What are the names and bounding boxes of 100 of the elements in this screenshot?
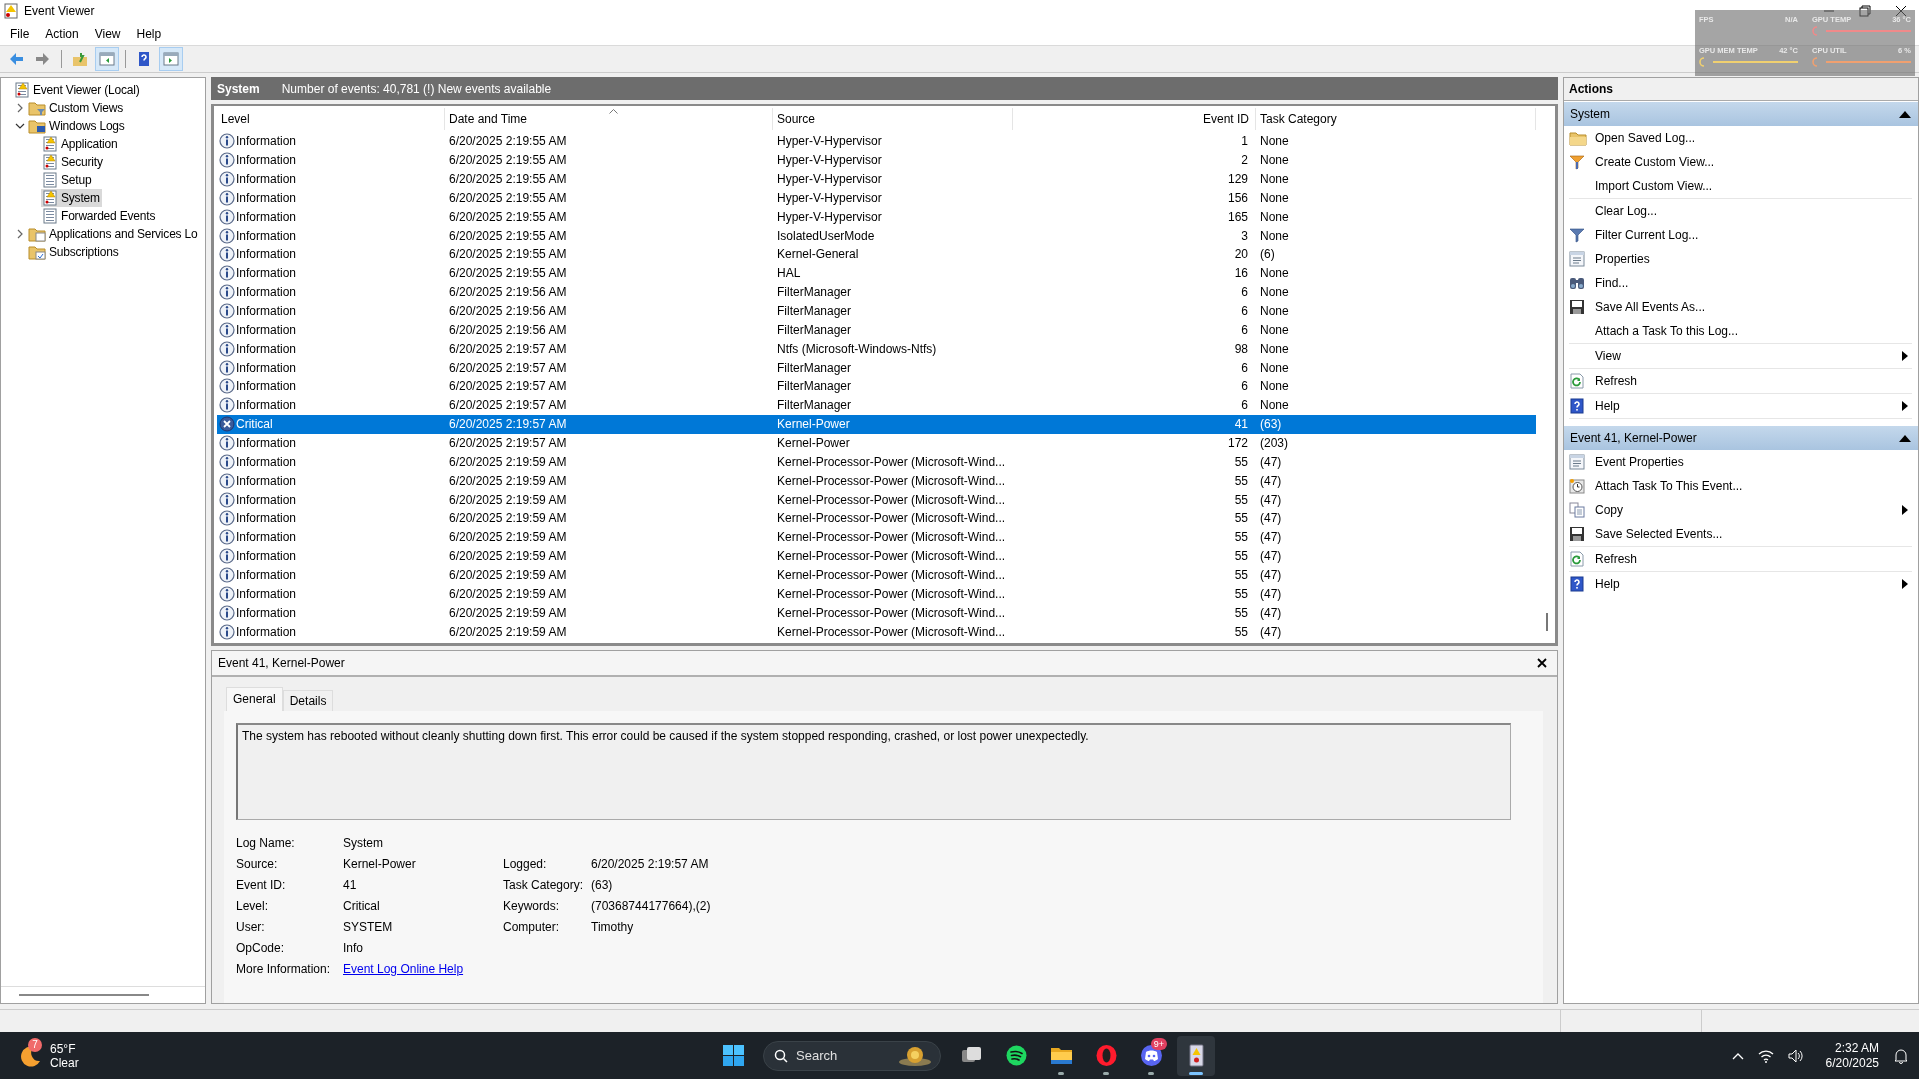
search-field[interactable]: Search <box>763 1040 941 1071</box>
clock-time[interactable]: 2:32 AM <box>1834 1040 1879 1056</box>
table-cell-text: 55 <box>1233 605 1249 620</box>
table-row[interactable]: Information 6/20/2025 2:19:55 AM Hyper-V-Hypervisor 2 None <box>217 150 1536 170</box>
pane-command[interactable]: View <box>1569 344 1912 368</box>
tree-item[interactable]: Windows Logs <box>27 117 127 135</box>
table-cell-text: 6/20/2025 2:19:57 AM <box>448 341 568 356</box>
pane-command[interactable]: Filter Current Log... <box>1569 223 1912 247</box>
table-row[interactable]: Information 6/20/2025 2:19:55 AM Hyper-V-Hypervisor 165 None <box>217 207 1536 227</box>
pane-command[interactable]: Open Saved Log... <box>1569 126 1912 150</box>
table-cell-text: None <box>1259 171 1290 186</box>
table-cell-text: None <box>1259 304 1290 318</box>
pane-command[interactable]: Find... <box>1569 271 1912 295</box>
menu-item[interactable]: Action <box>37 26 87 41</box>
table-row[interactable]: Information 6/20/2025 2:19:57 AM Kernel-Power 172 (203) <box>217 433 1536 453</box>
collapse-chevron-icon[interactable] <box>15 121 25 131</box>
column-header[interactable]: Event ID <box>1013 108 1256 130</box>
menu-item[interactable]: View <box>86 26 129 41</box>
column-header[interactable]: Level <box>217 108 445 130</box>
table-row[interactable]: Information 6/20/2025 2:19:56 AM FilterManager 6 None <box>217 320 1536 340</box>
tree-item[interactable]: Custom Views <box>27 99 126 117</box>
app-icon <box>4 3 18 19</box>
panel-icon <box>99 51 115 67</box>
pane-command[interactable]: Refresh <box>1569 547 1912 571</box>
folder-icon <box>1569 130 1587 146</box>
table-row[interactable]: Information 6/20/2025 2:19:59 AM Kernel-Processor-Power (Microsoft-Wind... 55 (47) <box>217 622 1536 642</box>
pane-command[interactable]: Help <box>1569 572 1912 596</box>
event-viewer-button[interactable] <box>1177 1035 1215 1076</box>
table-row[interactable]: Information 6/20/2025 2:19:59 AM Kernel-Processor-Power (Microsoft-Wind... 55 (47) <box>217 603 1536 623</box>
pane-command[interactable]: Save Selected Events... <box>1569 522 1912 546</box>
table-row[interactable]: Information 6/20/2025 2:19:55 AM HAL 16 None <box>217 263 1536 283</box>
table-row[interactable]: Information 6/20/2025 2:19:59 AM Kernel-Processor-Power (Microsoft-Wind... 55 (47) <box>217 527 1536 547</box>
tree-item[interactable]: Event Viewer (Local) <box>13 81 142 99</box>
column-header[interactable]: Source <box>773 108 1013 130</box>
menu-item[interactable]: File <box>2 26 38 41</box>
menu-item[interactable]: Help <box>128 26 170 41</box>
table-row[interactable]: Information 6/20/2025 2:19:55 AM IsolatedUserMode 3 None <box>217 226 1536 245</box>
description-box: The system has rebooted without cleanly shutting down first. This error could be caused if the system stopped responding, crashed, or lost power unexpectedly. <box>236 723 1511 820</box>
help-link[interactable]: Event Log Online Help <box>343 961 464 976</box>
pane-command[interactable]: Properties <box>1569 247 1912 271</box>
pane-command[interactable]: Save All Events As... <box>1569 295 1912 319</box>
table-row[interactable]: Information 6/20/2025 2:19:55 AM Hyper-V-Hypervisor 129 None <box>217 169 1536 189</box>
horizontal-scrollbar[interactable] <box>19 994 149 996</box>
table-row[interactable]: Information 6/20/2025 2:19:55 AM Hyper-V-Hypervisor 1 None <box>217 131 1536 151</box>
search-highlight-icon <box>898 1044 932 1067</box>
table-row[interactable]: Information 6/20/2025 2:19:55 AM Kernel-General 20 (6) <box>217 245 1536 264</box>
tab[interactable]: Details <box>282 690 334 711</box>
tree-item[interactable]: Subscriptions <box>27 243 121 261</box>
pane-command[interactable]: Copy <box>1569 498 1912 522</box>
pane-command[interactable]: Event Properties <box>1569 450 1912 474</box>
table-cell-text: FilterManager <box>776 322 853 337</box>
table-row[interactable]: Information 6/20/2025 2:19:55 AM Hyper-V-Hypervisor 156 None <box>217 188 1536 208</box>
table-cell-text: None <box>1259 379 1290 394</box>
field-label: Event ID: <box>236 877 287 892</box>
info-icon <box>219 529 235 546</box>
close-icon[interactable] <box>1537 658 1547 668</box>
field-value: 6/20/2025 2:19:57 AM <box>591 856 710 871</box>
table-row[interactable]: Information 6/20/2025 2:19:59 AM Kernel-Processor-Power (Microsoft-Wind... 55 (47) <box>217 584 1536 604</box>
table-row[interactable]: Information 6/20/2025 2:19:59 AM Kernel-Processor-Power (Microsoft-Wind... 55 (47) <box>217 452 1536 472</box>
save-icon <box>1569 299 1585 315</box>
tree-item[interactable]: Application <box>41 135 120 153</box>
table-row[interactable]: Information 6/20/2025 2:19:57 AM FilterManager 6 None <box>217 395 1536 415</box>
help-icon <box>136 51 152 67</box>
table-row[interactable]: Information 6/20/2025 2:19:59 AM Kernel-Processor-Power (Microsoft-Wind... 55 (47) <box>217 490 1536 509</box>
table-row[interactable]: Information 6/20/2025 2:19:59 AM Kernel-Processor-Power (Microsoft-Wind... 55 (47) <box>217 471 1536 491</box>
table-row[interactable]: Information 6/20/2025 2:19:59 AM Kernel-Processor-Power (Microsoft-Wind... 55 (47) <box>217 546 1536 566</box>
tree-item[interactable]: Applications and Services Lo <box>27 225 200 243</box>
pane-command[interactable]: Create Custom View... <box>1569 150 1912 174</box>
start-icon <box>720 1043 746 1068</box>
pane-command[interactable]: Clear Log... <box>1569 199 1912 223</box>
expand-chevron-icon[interactable] <box>15 229 25 239</box>
column-header[interactable]: Date and Time <box>445 108 773 130</box>
discord-button[interactable]: 9+ <box>1132 1035 1170 1076</box>
scrollbar-thumb[interactable] <box>1546 613 1548 631</box>
info-icon <box>219 491 235 508</box>
table-row[interactable]: Information 6/20/2025 2:19:57 AM FilterManager 6 None <box>217 377 1536 396</box>
table-row[interactable]: Information 6/20/2025 2:19:57 AM Ntfs (Microsoft-Windows-Ntfs) 98 None <box>217 339 1536 359</box>
section-header[interactable]: System <box>1564 102 1918 126</box>
table-row[interactable]: Information 6/20/2025 2:19:59 AM Kernel-Processor-Power (Microsoft-Wind... 55 (47) <box>217 509 1536 528</box>
pane-command[interactable]: Import Custom View... <box>1569 174 1912 198</box>
tree-item[interactable]: Setup <box>41 171 94 189</box>
pane-command[interactable]: Refresh <box>1569 369 1912 393</box>
pane-command[interactable]: Attach Task To This Event... <box>1569 474 1912 498</box>
clock-date[interactable]: 6/20/2025 <box>1825 1055 1879 1071</box>
table-row[interactable]: Information 6/20/2025 2:19:56 AM FilterManager 6 None <box>217 301 1536 321</box>
table-row[interactable]: Critical 6/20/2025 2:19:57 AM Kernel-Power 41 (63) <box>217 414 1536 434</box>
tab[interactable]: General <box>226 687 283 711</box>
table-row[interactable]: Information 6/20/2025 2:19:59 AM Kernel-Processor-Power (Microsoft-Wind... 55 (47) <box>217 565 1536 585</box>
table-cell-text: 6 <box>1240 285 1249 300</box>
pane-command[interactable]: Attach a Task To this Log... <box>1569 319 1912 343</box>
pane-command[interactable]: Help <box>1569 394 1912 418</box>
field-label: Keywords: <box>503 898 561 913</box>
section-header[interactable]: Event 41, Kernel-Power <box>1564 426 1918 450</box>
table-row[interactable]: Information 6/20/2025 2:19:57 AM FilterManager 6 None <box>217 358 1536 377</box>
tree-item[interactable]: Forwarded Events <box>41 207 158 225</box>
tree-item[interactable]: Security <box>41 153 105 171</box>
tree-item[interactable]: System <box>41 189 102 207</box>
column-header[interactable]: Task Category <box>1256 108 1536 130</box>
table-row[interactable]: Information 6/20/2025 2:19:56 AM FilterManager 6 None <box>217 282 1536 302</box>
expand-chevron-icon[interactable] <box>15 103 25 113</box>
